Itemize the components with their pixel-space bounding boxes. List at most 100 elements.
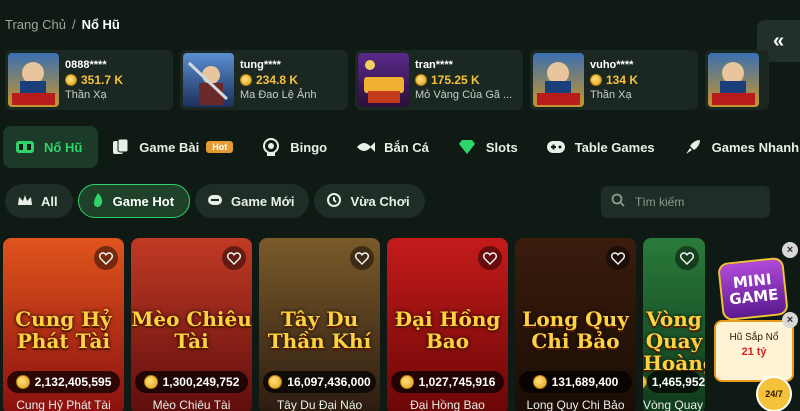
coin-icon bbox=[415, 74, 427, 86]
winner-game-name: Thần Xạ bbox=[65, 88, 107, 101]
coin-icon bbox=[143, 375, 158, 389]
winner-amount: 234.8 K bbox=[256, 72, 299, 87]
tab-slots[interactable]: Slots bbox=[445, 126, 534, 168]
tab-table-games[interactable]: Table Games bbox=[534, 126, 671, 168]
favorite-heart-icon[interactable] bbox=[350, 246, 374, 270]
winner-username: tran**** bbox=[415, 58, 453, 71]
winner-card[interactable]: tung**** 234.8 K Ma Đao Lệ Ảnh bbox=[180, 50, 348, 110]
filter-all[interactable]: All bbox=[5, 184, 73, 218]
filter-pills: All Game Hot Game Mới Vừa Chơi bbox=[5, 184, 425, 218]
jackpot-amount: 1,465,952,3 bbox=[651, 375, 705, 389]
filter-label: Game Mới bbox=[231, 193, 295, 209]
breadcrumb-home-link[interactable]: Trang Chủ bbox=[5, 17, 66, 32]
game-name: Long Quy Chi Bảo bbox=[526, 398, 625, 411]
support-badge-label: 24/7 bbox=[765, 389, 783, 399]
filter-game-moi[interactable]: Game Mới bbox=[195, 184, 310, 218]
tab-label: Slots bbox=[485, 139, 518, 155]
support-chat-button[interactable]: 24/7 bbox=[756, 376, 792, 411]
filter-vua-choi[interactable]: Vừa Chơi bbox=[314, 184, 425, 218]
winner-card[interactable]: vuho**** 134 K Thần Xạ bbox=[530, 50, 698, 110]
gamepad-icon bbox=[546, 138, 566, 156]
game-card[interactable]: Cung Hỷ Phát Tài 2,132,405,595 Cung Hỷ P… bbox=[3, 238, 124, 411]
favorite-heart-icon[interactable] bbox=[478, 246, 502, 270]
winner-card[interactable] bbox=[705, 50, 769, 110]
search-input[interactable] bbox=[635, 195, 755, 209]
breadcrumb: Trang Chủ / Nổ Hũ bbox=[5, 17, 120, 32]
game-thumbnail bbox=[8, 53, 59, 107]
jackpot-counter: 1,465,952,3 bbox=[643, 371, 705, 393]
filter-label: Vừa Chơi bbox=[350, 193, 410, 209]
close-icon[interactable]: × bbox=[782, 312, 798, 328]
game-art-title: Long Quy Chi Bảo bbox=[522, 307, 629, 353]
jackpot-counter: 2,132,405,595 bbox=[7, 371, 120, 393]
tab-ban-ca[interactable]: Bắn Cá bbox=[343, 126, 445, 168]
tab-no-hu[interactable]: Nổ Hũ bbox=[3, 126, 99, 168]
winner-game-name: Mỏ Vàng Của Gã ... bbox=[415, 88, 513, 101]
game-name: Đại Hồng Bao bbox=[410, 398, 485, 411]
jackpot-amount: 1,300,249,752 bbox=[162, 375, 240, 389]
game-card[interactable]: Vòng Quay Hoàng 1,465,952,3 Vòng Quay Ho… bbox=[643, 238, 705, 411]
favorite-heart-icon[interactable] bbox=[606, 246, 630, 270]
close-icon[interactable]: × bbox=[782, 242, 798, 258]
search-icon bbox=[611, 193, 625, 212]
jackpot-counter: 1,300,249,752 bbox=[135, 371, 248, 393]
mini-game-title-2: GAME bbox=[728, 285, 780, 309]
game-card[interactable]: Đại Hồng Bao 1,027,745,916 Đại Hồng Bao bbox=[387, 238, 508, 411]
hot-badge: Hot bbox=[206, 141, 234, 153]
game-art-title: Cung Hỷ Phát Tài bbox=[15, 307, 112, 353]
new-icon bbox=[207, 193, 223, 210]
winner-game-name: Thần Xạ bbox=[590, 88, 632, 101]
game-art-title: Mèo Chiêu Tài bbox=[131, 307, 252, 353]
breadcrumb-separator: / bbox=[71, 17, 76, 32]
game-art-title: Vòng Quay Hoàng bbox=[643, 307, 705, 375]
coin-icon bbox=[240, 74, 252, 86]
game-name: Tây Du Đại Náo bbox=[276, 398, 363, 411]
tab-game-bai[interactable]: Game Bài Hot bbox=[98, 126, 249, 168]
cards-icon bbox=[110, 138, 130, 156]
winner-amount: 134 K bbox=[606, 72, 639, 87]
bingo-icon bbox=[261, 138, 281, 156]
winner-card[interactable]: 0888**** 351.7 K Thần Xạ bbox=[5, 50, 173, 110]
category-tabs: Nổ Hũ Game Bài Hot Bingo Bắn Cá Slots Ta… bbox=[3, 126, 800, 168]
coin-icon bbox=[590, 74, 602, 86]
winner-game-name: Ma Đao Lệ Ảnh bbox=[240, 88, 317, 101]
jackpot-amount: 131,689,400 bbox=[551, 375, 619, 389]
game-thumbnail bbox=[183, 53, 234, 107]
tab-bingo[interactable]: Bingo bbox=[249, 126, 343, 168]
mini-game-widget[interactable]: MINI GAME Hũ Sắp Nổ 21 tỷ × × 24/7 bbox=[710, 240, 800, 411]
game-name: Vòng Quay Hoàng ... bbox=[643, 398, 705, 411]
rocket-icon bbox=[683, 138, 703, 156]
tab-games-nhanh[interactable]: Games Nhanh bbox=[671, 126, 800, 168]
jackpot-counter: 16,097,436,000 bbox=[263, 371, 376, 393]
jackpot-counter: 131,689,400 bbox=[519, 371, 632, 393]
game-art-title: Đại Hồng Bao bbox=[394, 307, 501, 353]
game-art-title: Tây Du Thần Khí bbox=[267, 307, 372, 353]
tab-label: Table Games bbox=[574, 139, 655, 155]
fish-icon bbox=[355, 138, 376, 156]
double-chevron-left-icon: « bbox=[772, 29, 785, 52]
tab-label: Bắn Cá bbox=[384, 139, 429, 155]
game-card[interactable]: Tây Du Thần Khí 16,097,436,000 Tây Du Đạ… bbox=[259, 238, 380, 411]
winner-username: vuho**** bbox=[590, 58, 634, 71]
game-card[interactable]: Long Quy Chi Bảo 131,689,400 Long Quy Ch… bbox=[515, 238, 636, 411]
tab-label: Nổ Hũ bbox=[44, 139, 83, 155]
jackpot-amount: 1,027,745,916 bbox=[418, 375, 496, 389]
winner-amount: 351.7 K bbox=[81, 72, 124, 87]
search-box bbox=[601, 186, 770, 218]
recent-winners-strip: 0888**** 351.7 K Thần Xạ tung**** 234.8 … bbox=[5, 50, 769, 110]
flame-icon bbox=[91, 192, 105, 211]
breadcrumb-current: Nổ Hũ bbox=[81, 17, 120, 32]
tab-label: Bingo bbox=[290, 139, 328, 155]
favorite-heart-icon[interactable] bbox=[675, 246, 699, 270]
favorite-heart-icon[interactable] bbox=[222, 246, 246, 270]
game-name: Cung Hỷ Phát Tài bbox=[16, 398, 111, 411]
jackpot-value: 21 tỷ bbox=[741, 346, 767, 358]
winner-card[interactable]: tran**** 175.25 K Mỏ Vàng Của Gã ... bbox=[355, 50, 523, 110]
filter-game-hot[interactable]: Game Hot bbox=[77, 184, 191, 218]
tab-label: Game Bài bbox=[139, 139, 200, 155]
game-card[interactable]: Mèo Chiêu Tài 1,300,249,752 Mèo Chiêu Tà… bbox=[131, 238, 252, 411]
crown-icon bbox=[17, 194, 33, 209]
diamond-icon bbox=[457, 138, 477, 156]
favorite-heart-icon[interactable] bbox=[94, 246, 118, 270]
coin-icon bbox=[399, 375, 414, 389]
